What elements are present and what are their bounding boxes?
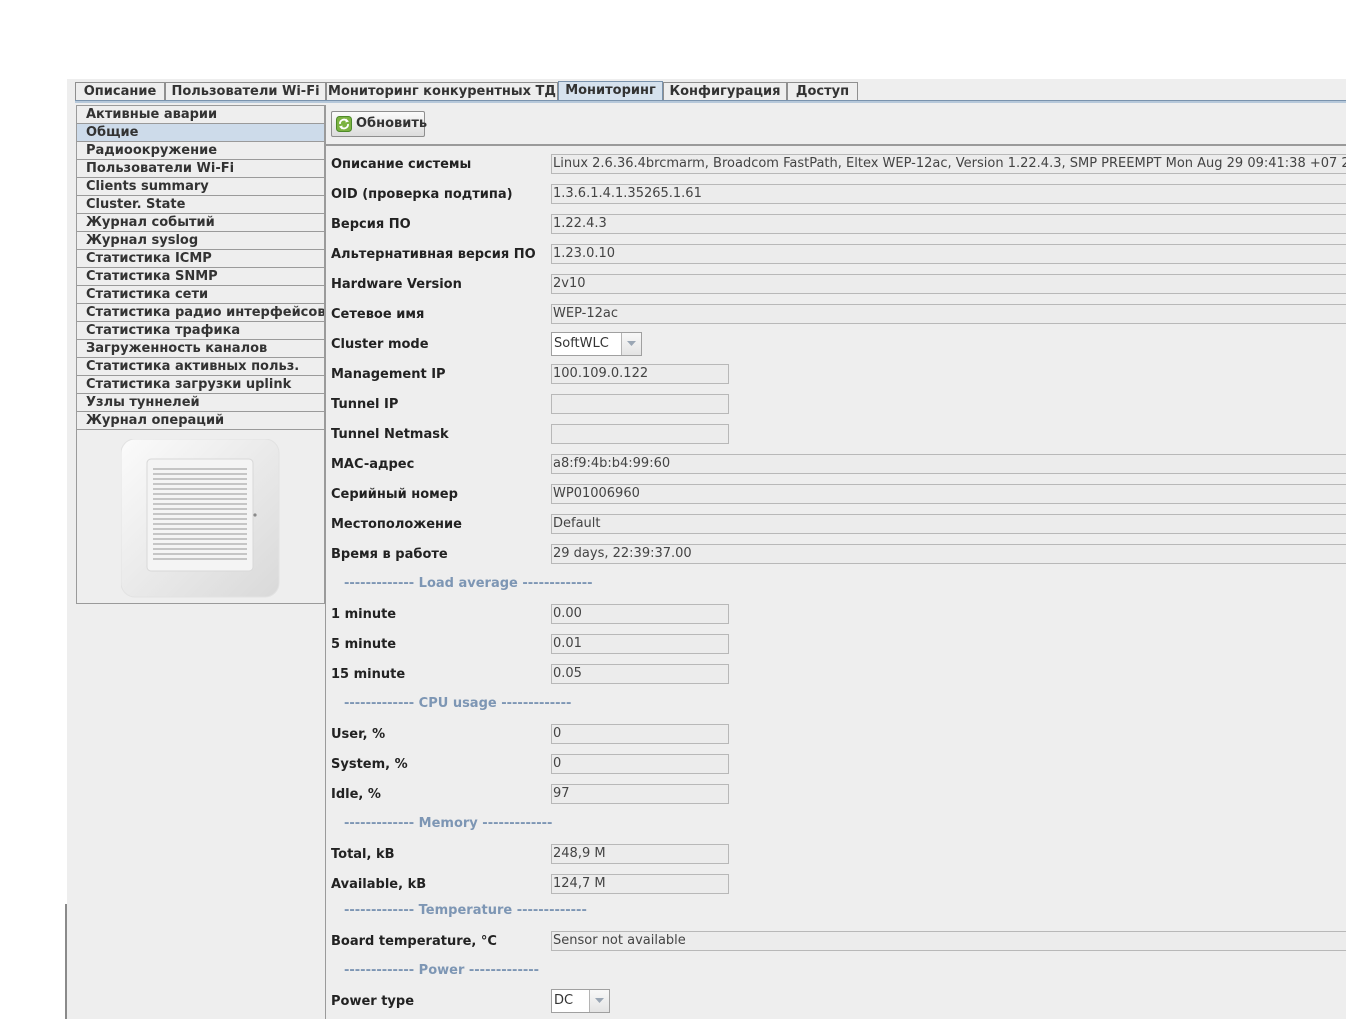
field-tunnel-netmask [551, 424, 729, 444]
nav-item-radio-interface-stats[interactable]: Статистика радио интерфейсов [77, 304, 324, 322]
field-hardware-version: 2v10 [551, 274, 1346, 294]
label-cpu-user: User, % [331, 727, 386, 742]
label-management-ip: Management IP [331, 367, 446, 382]
refresh-icon [336, 116, 352, 132]
field-oid: 1.3.6.1.4.1.35265.1.61 [551, 184, 1346, 204]
tab-underline [75, 100, 1346, 103]
field-load-15min: 0.05 [551, 664, 729, 684]
nav-item-tunnel-nodes[interactable]: Узлы туннелей [77, 394, 324, 412]
label-load-15min: 15 minute [331, 667, 406, 682]
app-window: Описание Пользователи Wi-Fi Мониторинг к… [67, 79, 1346, 1019]
field-cpu-user: 0 [551, 724, 729, 744]
refresh-button-label: Обновить [356, 116, 428, 131]
chevron-down-icon[interactable] [589, 990, 609, 1012]
field-hostname: WEP-12ac [551, 304, 1346, 324]
nav-item-operations-log[interactable]: Журнал операций [77, 412, 324, 430]
tab-access[interactable]: Доступ [787, 82, 858, 100]
nav-item-event-log[interactable]: Журнал событий [77, 214, 324, 232]
field-serial-number: WP01006960 [551, 484, 1346, 504]
field-system-description: Linux 2.6.36.4brcmarm, Broadcom FastPath… [551, 154, 1346, 174]
field-load-1min: 0.00 [551, 604, 729, 624]
label-load-1min: 1 minute [331, 607, 397, 622]
field-uptime: 29 days, 22:39:37.00 [551, 544, 1346, 564]
label-cpu-idle: Idle, % [331, 787, 381, 802]
field-board-temperature: Sensor not available [551, 931, 1346, 951]
tab-competitor-monitoring[interactable]: Мониторинг конкурентных ТД [326, 82, 558, 100]
section-temperature: ------------- Temperature ------------- [344, 903, 587, 918]
power-type-select[interactable]: DC [551, 989, 610, 1013]
label-system-description: Описание системы [331, 157, 472, 172]
tab-description[interactable]: Описание [75, 82, 165, 100]
field-management-ip: 100.109.0.122 [551, 364, 729, 384]
tab-configuration[interactable]: Конфигурация [663, 82, 787, 100]
section-cpu-usage: ------------- CPU usage ------------- [344, 696, 572, 711]
label-memory-total: Total, kB [331, 847, 395, 862]
field-sw-version: 1.22.4.3 [551, 214, 1346, 234]
label-tunnel-ip: Tunnel IP [331, 397, 399, 412]
label-serial-number: Серийный номер [331, 487, 458, 502]
label-power-type: Power type [331, 994, 415, 1009]
label-board-temperature: Board temperature, °C [331, 934, 497, 949]
field-tunnel-ip [551, 394, 729, 414]
field-memory-available: 124,7 M [551, 874, 729, 894]
section-load-average: ------------- Load average ------------- [344, 576, 593, 591]
label-oid: OID (проверка подтипа) [331, 187, 513, 202]
field-cpu-idle: 97 [551, 784, 729, 804]
nav-item-active-alarms[interactable]: Активные аварии [77, 106, 324, 124]
nav-item-uplink-load-stats[interactable]: Статистика загрузки uplink [77, 376, 324, 394]
label-cpu-system: System, % [331, 757, 408, 772]
toolbar: Обновить [326, 105, 1346, 146]
label-hostname: Сетевое имя [331, 307, 425, 322]
label-load-5min: 5 minute [331, 637, 397, 652]
label-alt-sw-version: Альтернативная версия ПО [331, 247, 536, 262]
monitoring-nav: Активные аварии Общие Радиоокружение Пол… [76, 105, 325, 604]
label-mac-address: MAC-адрес [331, 457, 415, 472]
nav-item-snmp-stats[interactable]: Статистика SNMP [77, 268, 324, 286]
label-location: Местоположение [331, 517, 462, 532]
refresh-button[interactable]: Обновить [331, 111, 428, 137]
access-point-image [121, 439, 280, 598]
tab-monitoring[interactable]: Мониторинг [558, 81, 663, 101]
section-power: ------------- Power ------------- [344, 963, 540, 978]
cluster-mode-value: SoftWLC [554, 336, 609, 351]
label-cluster-mode: Cluster mode [331, 337, 429, 352]
field-load-5min: 0.01 [551, 634, 729, 654]
general-info-panel: Обновить Описание системы Linux 2.6.36.4… [325, 105, 1346, 1019]
field-location: Default [551, 514, 1346, 534]
nav-item-wifi-users[interactable]: Пользователи Wi-Fi [77, 160, 324, 178]
tab-wifi-users[interactable]: Пользователи Wi-Fi [165, 82, 326, 100]
field-alt-sw-version: 1.23.0.10 [551, 244, 1346, 264]
field-mac-address: a8:f9:4b:b4:99:60 [551, 454, 1346, 474]
nav-item-channel-load[interactable]: Загруженность каналов [77, 340, 324, 358]
label-sw-version: Версия ПО [331, 217, 411, 232]
power-type-value: DC [554, 993, 574, 1008]
nav-item-active-users-stats[interactable]: Статистика активных польз. [77, 358, 324, 376]
label-memory-available: Available, kB [331, 877, 427, 892]
label-uptime: Время в работе [331, 547, 448, 562]
nav-item-clients-summary[interactable]: Clients summary [77, 178, 324, 196]
nav-item-cluster-state[interactable]: Cluster. State [77, 196, 324, 214]
chevron-down-icon[interactable] [621, 333, 641, 355]
nav-item-icmp-stats[interactable]: Статистика ICMP [77, 250, 324, 268]
section-memory: ------------- Memory ------------- [344, 816, 553, 831]
label-hardware-version: Hardware Version [331, 277, 462, 292]
nav-item-general[interactable]: Общие [77, 124, 324, 142]
nav-item-syslog[interactable]: Журнал syslog [77, 232, 324, 250]
nav-item-traffic-stats[interactable]: Статистика трафика [77, 322, 324, 340]
field-memory-total: 248,9 M [551, 844, 729, 864]
nav-item-network-stats[interactable]: Статистика сети [77, 286, 324, 304]
cluster-mode-select[interactable]: SoftWLC [551, 332, 642, 356]
nav-item-radio-environment[interactable]: Радиоокружение [77, 142, 324, 160]
field-cpu-system: 0 [551, 754, 729, 774]
label-tunnel-netmask: Tunnel Netmask [331, 427, 449, 442]
